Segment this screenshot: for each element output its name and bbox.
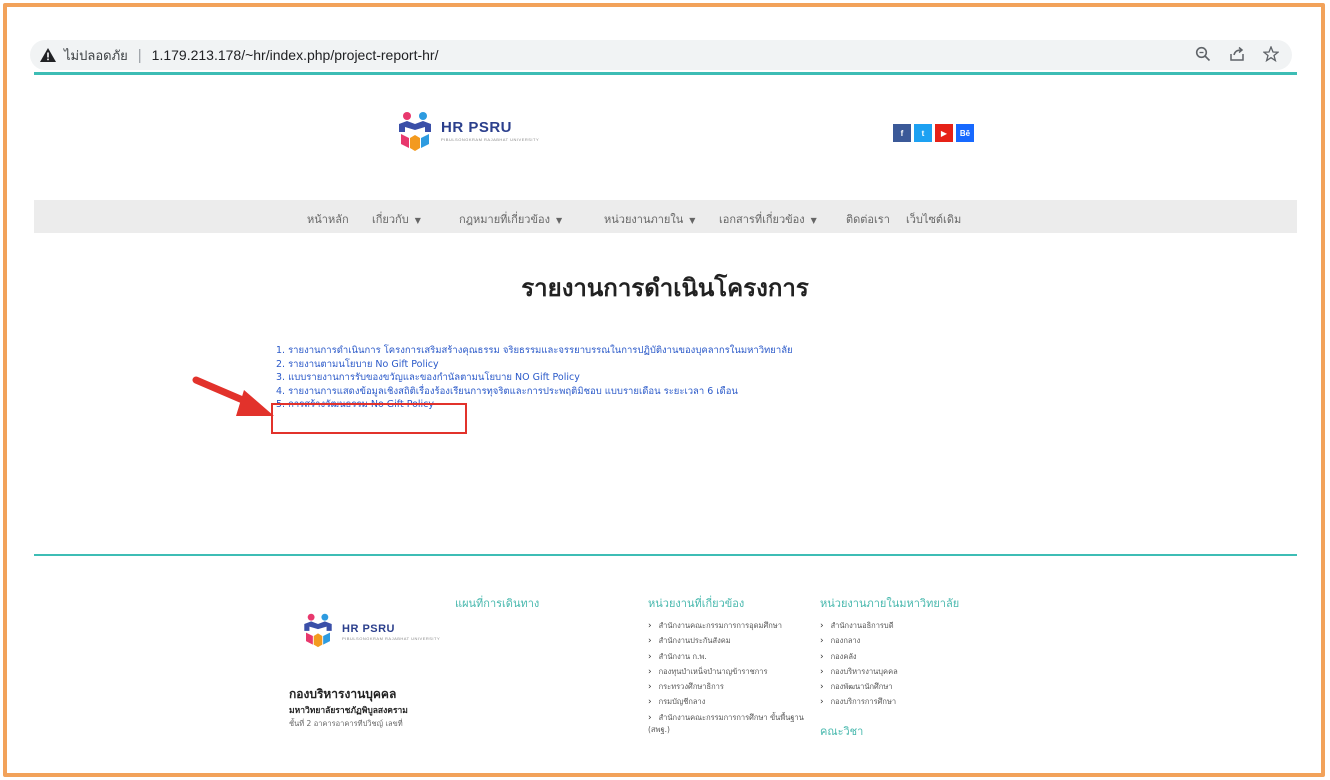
logo-name: HR PSRU: [441, 118, 513, 136]
address-bar[interactable]: ไม่ปลอดภัย | 1.179.213.178/~hr/index.php…: [30, 40, 1292, 70]
footer-logo-subtitle: PIBULSONGKRAM RAJABHAT UNIVERSITY: [342, 636, 441, 641]
insecure-label[interactable]: ไม่ปลอดภัย: [64, 45, 128, 66]
report-link-2[interactable]: 2. รายงานตามนโยบาย No Gift Policy: [276, 358, 793, 372]
logo-subtitle: PIBULSONGKRAM RAJABHAT UNIVERSITY: [441, 136, 540, 142]
chevron-down-icon: ▼: [810, 216, 817, 225]
list-item[interactable]: กองบริการการศึกษา: [820, 696, 898, 711]
report-links: 1. รายงานการดำเนินการ โครงการเสริมสร้างค…: [276, 344, 793, 412]
list-item[interactable]: กรมบัญชีกลาง: [648, 696, 808, 711]
list-item[interactable]: กองคลัง: [820, 651, 898, 666]
page-title: รายงานการดำเนินโครงการ: [521, 274, 809, 302]
nav-documents[interactable]: เอกสารที่เกี่ยวข้อง ▼: [719, 210, 817, 228]
logo-mark-icon: [395, 110, 435, 151]
org-subtitle: มหาวิทยาลัยราชภัฏพิบูลสงคราม: [289, 706, 408, 716]
list-item[interactable]: กองบริหารงานบุคคล: [820, 666, 898, 681]
url-text[interactable]: 1.179.213.178/~hr/index.php/project-repo…: [152, 47, 439, 63]
list-item[interactable]: สำนักงานอธิการบดี: [820, 620, 898, 635]
related-list: สำนักงานคณะกรรมการการอุดมศึกษา สำนักงานป…: [648, 620, 808, 736]
annotation-arrow-icon: [192, 376, 274, 416]
main-nav: หน้าหลัก เกี่ยวกับ ▼ กฎหมายที่เกี่ยวข้อง ▼…: [34, 200, 1297, 233]
warning-icon[interactable]: [40, 47, 56, 63]
header-divider: [34, 72, 1297, 75]
report-link-4[interactable]: 4. รายงานการแสดงข้อมูลเชิงสถิติเรื่องร้อ…: [276, 385, 793, 399]
twitter-icon[interactable]: t: [914, 124, 932, 142]
chevron-down-icon: ▼: [555, 216, 563, 225]
internal-heading: หน่วยงานภายในมหาวิทยาลัย: [820, 597, 960, 610]
behance-icon[interactable]: Bē: [956, 124, 974, 142]
list-item[interactable]: กองพัฒนานักศึกษา: [820, 681, 898, 696]
list-item[interactable]: กระทรวงศึกษาธิการ: [648, 681, 808, 696]
footer-logo-name: HR PSRU: [342, 623, 396, 635]
logo-mark-icon: [300, 612, 340, 652]
nav-home[interactable]: หน้าหลัก: [307, 210, 349, 228]
site-logo[interactable]: HR PSRU PIBULSONGKRAM RAJABHAT UNIVERSIT…: [395, 110, 540, 151]
report-link-3[interactable]: 3. แบบรายงานการรับของขวัญและของกำนัลตามน…: [276, 371, 793, 385]
footer-divider: [34, 554, 1297, 556]
zoom-icon[interactable]: [1194, 45, 1212, 63]
separator: |: [137, 46, 142, 64]
list-item[interactable]: สำนักงานประกันสังคม: [648, 635, 808, 650]
related-heading: หน่วยงานที่เกี่ยวข้อง: [648, 597, 745, 610]
address-tools: [1194, 45, 1280, 63]
list-item[interactable]: สำนักงาน ก.พ.: [648, 651, 808, 666]
list-item[interactable]: กองกลาง: [820, 635, 898, 650]
chevron-down-icon: ▼: [414, 216, 421, 225]
list-item[interactable]: กองทุนบำเหน็จบำนาญข้าราชการ: [648, 666, 808, 681]
chevron-down-icon: ▼: [689, 216, 696, 225]
list-item[interactable]: สำนักงานคณะกรรมการการศึกษา ขั้นพื้นฐาน (…: [648, 712, 808, 736]
list-item[interactable]: สำนักงานคณะกรรมการการอุดมศึกษา: [648, 620, 808, 635]
annotation-highlight-box: [271, 403, 467, 434]
facebook-icon[interactable]: f: [893, 124, 911, 142]
social-links: f t ▶ Bē: [893, 124, 974, 142]
faculty-heading: คณะวิชา: [820, 725, 864, 738]
share-icon[interactable]: [1228, 45, 1246, 63]
nav-contact[interactable]: ติดต่อเรา: [846, 210, 890, 228]
bookmark-star-icon[interactable]: [1262, 45, 1280, 63]
footer-logo[interactable]: HR PSRU PIBULSONGKRAM RAJABHAT UNIVERSIT…: [300, 612, 440, 652]
nav-laws[interactable]: กฎหมายที่เกี่ยวข้อง ▼: [459, 210, 562, 228]
org-address: ชั้นที่ 2 อาคารอาคารทีปวิชญ์ เลขที่: [289, 719, 403, 728]
youtube-icon[interactable]: ▶: [935, 124, 953, 142]
report-link-1[interactable]: 1. รายงานการดำเนินการ โครงการเสริมสร้างค…: [276, 344, 793, 358]
nav-old-site[interactable]: เว็บไซต์เดิม: [906, 210, 961, 228]
internal-list: สำนักงานอธิการบดี กองกลาง กองคลัง กองบริ…: [820, 620, 898, 712]
nav-departments[interactable]: หน่วยงานภายใน ▼: [604, 210, 695, 228]
map-heading[interactable]: แผนที่การเดินทาง: [455, 594, 539, 612]
nav-about[interactable]: เกี่ยวกับ ▼: [372, 210, 421, 228]
org-name: กองบริหารงานบุคคล: [289, 687, 397, 701]
